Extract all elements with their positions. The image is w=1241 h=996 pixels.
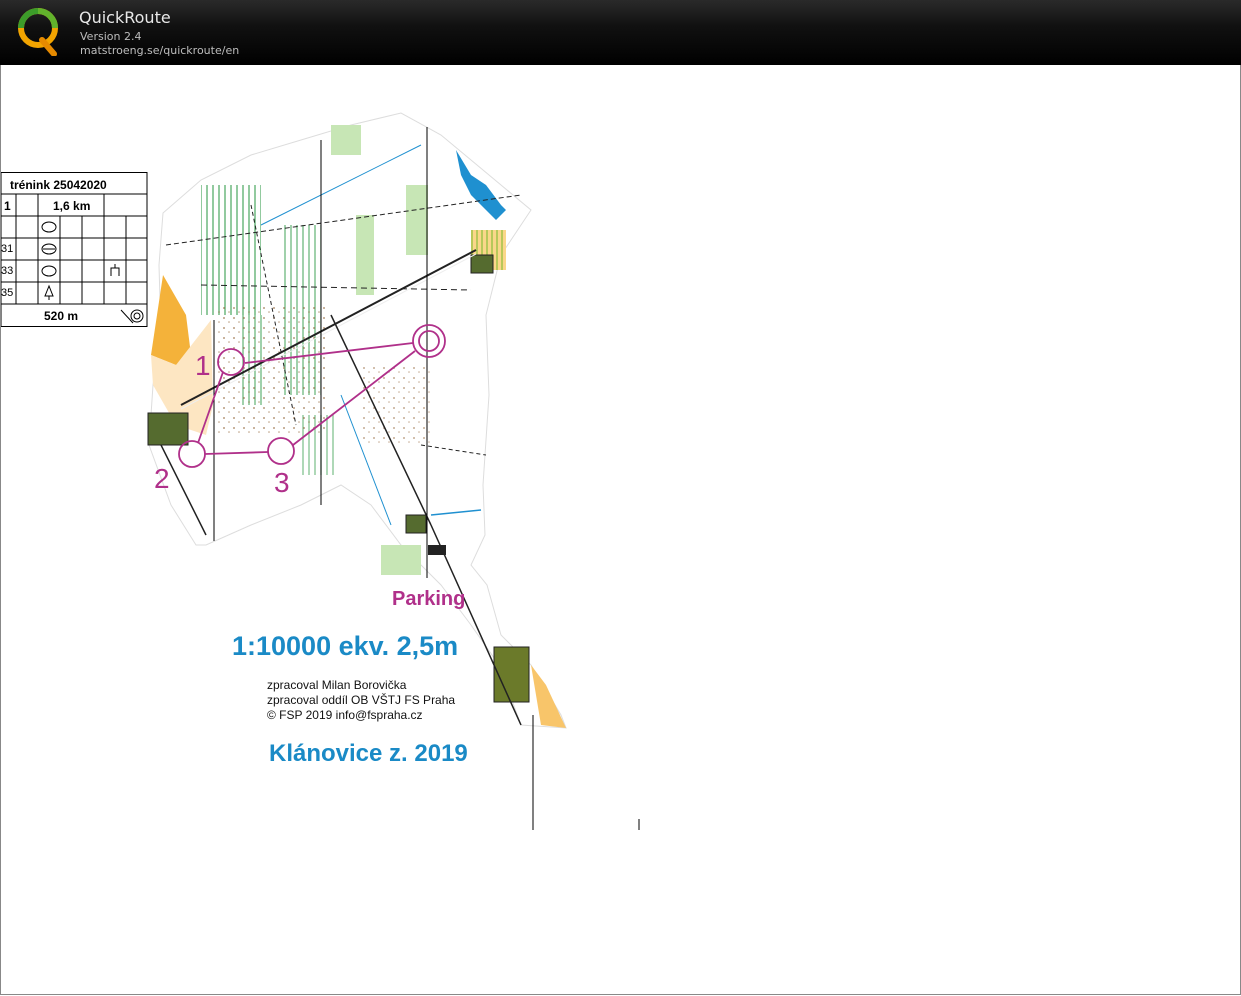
stony-ground bbox=[216, 305, 326, 435]
map-name: Klánovice z. 2019 bbox=[269, 740, 468, 767]
light-green-area bbox=[331, 125, 361, 155]
finish-distance: 520 m bbox=[44, 309, 79, 323]
map-canvas[interactable]: 1 2 3 Parking 1:10000 ekv. 2,5m zpracova… bbox=[0, 65, 1241, 995]
control-number-2: 2 bbox=[154, 463, 170, 494]
app-url[interactable]: matstroeng.se/quickroute/en bbox=[80, 44, 239, 57]
title-bar: QuickRoute Version 2.4 matstroeng.se/qui… bbox=[0, 0, 1241, 65]
control-code-3: 35 bbox=[1, 287, 14, 299]
stony-ground bbox=[361, 365, 431, 445]
light-green-area bbox=[356, 215, 374, 295]
scale-label: 1:10000 ekv. 2,5m bbox=[232, 631, 459, 661]
light-green-area bbox=[381, 545, 421, 575]
course-number: 1 bbox=[4, 199, 11, 213]
quickroute-logo-icon bbox=[18, 8, 58, 56]
building bbox=[493, 646, 530, 703]
control-number-3: 3 bbox=[274, 467, 290, 498]
app-title: QuickRoute bbox=[79, 8, 171, 27]
building bbox=[147, 412, 189, 446]
light-green-area bbox=[406, 185, 428, 255]
credit-line-3: © FSP 2019 info@fspraha.cz bbox=[267, 708, 423, 722]
course-length: 1,6 km bbox=[53, 199, 91, 213]
building bbox=[470, 254, 494, 274]
orienteering-map[interactable] bbox=[1, 65, 1240, 994]
app-version: Version 2.4 bbox=[80, 30, 142, 43]
control-number-1: 1 bbox=[195, 350, 211, 381]
green-vegetation bbox=[201, 185, 261, 315]
course-title: trénink 25042020 bbox=[10, 178, 107, 192]
control-code-2: 33 bbox=[1, 265, 14, 277]
credit-line-1: zpracoval Milan Borovička bbox=[267, 678, 407, 692]
building bbox=[405, 514, 427, 534]
control-code-1: 31 bbox=[1, 243, 14, 255]
credit-line-2: zpracoval oddíl OB VŠTJ FS Praha bbox=[267, 693, 456, 707]
control-description-sheet bbox=[1, 172, 148, 327]
parking-label: Parking bbox=[392, 588, 466, 610]
